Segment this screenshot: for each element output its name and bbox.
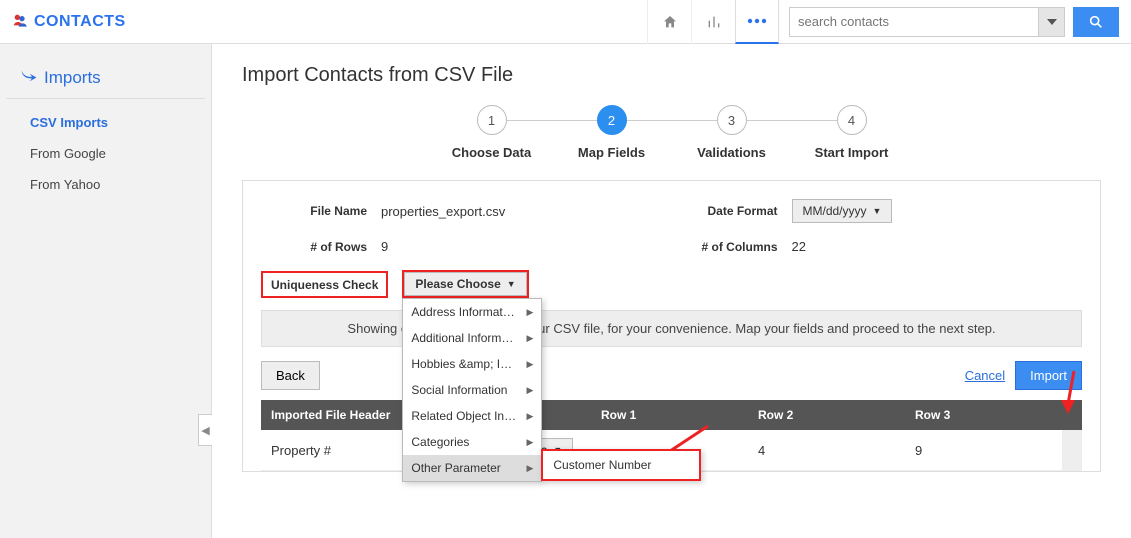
sidebar-item-from-google[interactable]: From Google [0,138,211,169]
chevron-down-icon: ▼ [873,206,882,216]
menu-item-hobbies[interactable]: Hobbies &amp; I…▶ [403,351,541,377]
search-dropdown-toggle[interactable] [1039,7,1065,37]
imports-arrow-icon [20,68,38,88]
info-bar: Showing only first 3 rows from your CSV … [261,310,1082,347]
menu-item-other-parameter[interactable]: Other Parameter▶ [403,455,541,481]
uniqueness-check-highlight: Uniqueness Check [261,271,388,298]
home-icon[interactable] [647,0,691,44]
back-button[interactable]: Back [261,361,320,390]
sidebar: Imports CSV Imports From Google From Yah… [0,44,212,538]
th-row2: Row 2 [748,400,905,430]
topbar: CONTACTS [0,0,1131,44]
contacts-icon [12,12,28,31]
stats-icon[interactable] [691,0,735,44]
cols-label: # of Columns [672,240,792,254]
step-1-label: Choose Data [452,145,531,160]
step-3-label: Validations [697,145,766,160]
rows-label: # of Rows [261,240,381,254]
cell-row3: 9 [905,430,1062,471]
uniqueness-menu: Address Informat…▶ Additional Inform…▶ H… [402,298,542,482]
search-input[interactable] [789,7,1039,37]
th-row3: Row 3 [905,400,1062,430]
menu-item-social[interactable]: Social Information▶ [403,377,541,403]
uniqueness-dropdown-highlight: Please Choose ▼ Address Informat…▶ Addit… [402,270,528,298]
sidebar-item-csv-imports[interactable]: CSV Imports [0,107,211,138]
more-icon[interactable] [735,0,779,44]
date-format-value: MM/dd/yyyy [803,204,867,218]
page-title: Import Contacts from CSV File [242,64,1101,87]
date-format-label: Date Format [672,204,792,218]
step-1[interactable]: 1Choose Data [432,105,552,160]
uniqueness-check-label: Uniqueness Check [271,278,378,292]
uniqueness-select[interactable]: Please Choose ▼ [404,272,526,296]
import-panel: File Name properties_export.csv Date For… [242,180,1101,472]
step-2[interactable]: 2Map Fields [552,105,672,160]
uniqueness-select-label: Please Choose [415,277,500,291]
sidebar-heading: Imports [6,64,205,99]
submenu-item-customer-number[interactable]: Customer Number [543,451,699,479]
sidebar-item-from-yahoo[interactable]: From Yahoo [0,169,211,200]
cell-row2: 4 [748,430,905,471]
menu-item-additional[interactable]: Additional Inform…▶ [403,325,541,351]
step-4[interactable]: 4Start Import [792,105,912,160]
wizard-stepper: 1Choose Data 2Map Fields 3Validations 4S… [242,105,1101,160]
step-2-label: Map Fields [578,145,645,160]
app-title: CONTACTS [34,13,126,31]
topbar-icons [647,0,779,44]
app-logo[interactable]: CONTACTS [12,12,126,31]
search-box [789,7,1065,37]
th-row1: Row 1 [591,400,748,430]
sidebar-collapse-handle[interactable]: ◀ [198,414,212,446]
cancel-link[interactable]: Cancel [965,368,1005,383]
file-name-label: File Name [261,204,381,218]
cols-value: 22 [792,239,806,254]
sidebar-heading-label: Imports [44,68,101,88]
step-3[interactable]: 3Validations [672,105,792,160]
table-scrollbar[interactable] [1062,400,1082,430]
chevron-down-icon: ▼ [507,279,516,289]
menu-item-categories[interactable]: Categories▶ [403,429,541,455]
main-content: Import Contacts from CSV File 1Choose Da… [212,44,1131,538]
step-4-label: Start Import [815,145,889,160]
menu-item-related[interactable]: Related Object In…▶ [403,403,541,429]
file-name-value: properties_export.csv [381,204,505,219]
date-format-select[interactable]: MM/dd/yyyy ▼ [792,199,893,223]
rows-value: 9 [381,239,388,254]
search-button[interactable] [1073,7,1119,37]
uniqueness-submenu-highlight: Customer Number [541,449,701,481]
import-button[interactable]: Import [1015,361,1082,390]
menu-item-address[interactable]: Address Informat…▶ [403,299,541,325]
